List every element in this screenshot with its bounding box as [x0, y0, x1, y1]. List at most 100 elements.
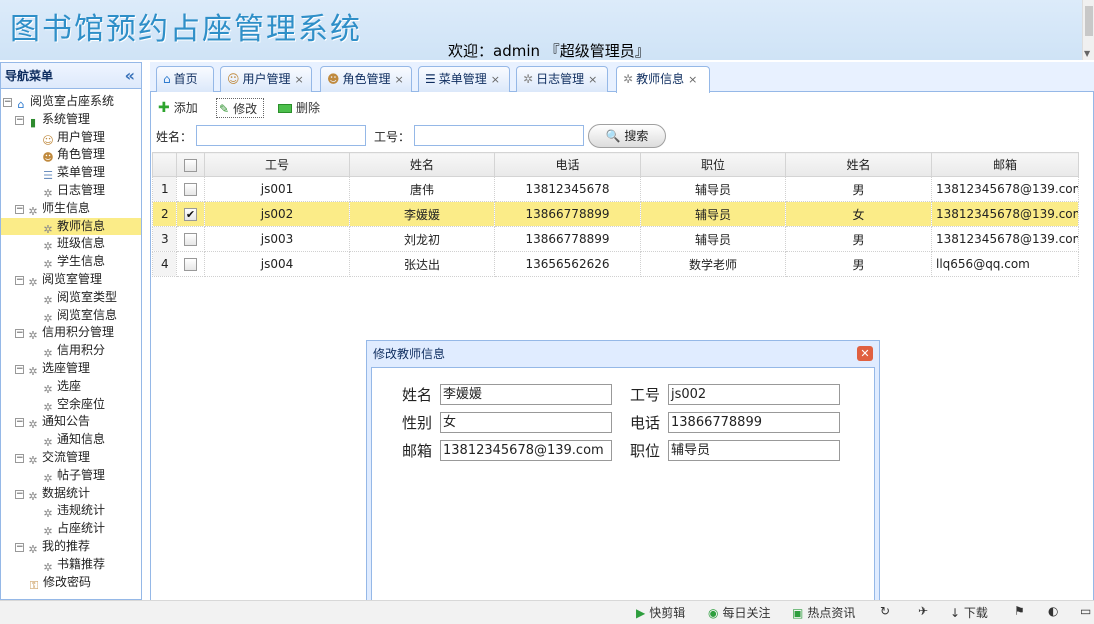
collapse-toggle-icon[interactable]: − [15, 418, 24, 428]
close-tab-icon[interactable]: × [295, 73, 304, 86]
sidebar-item[interactable]: ✲ 帖子管理 [1, 467, 141, 485]
page-scrollbar[interactable]: ▼ [1082, 0, 1094, 60]
sidebar-item[interactable]: ⚿ 修改密码 [1, 574, 141, 592]
scrollbar-thumb[interactable] [1085, 6, 1093, 36]
row-checkbox[interactable] [184, 233, 197, 246]
sidebar-item[interactable]: ✲ 违规统计 [1, 502, 141, 520]
collapse-toggle-icon[interactable]: − [15, 329, 24, 339]
sidebar-item-label: 阅览室信息 [57, 307, 118, 322]
tab[interactable]: ☺ 用户管理 × [220, 66, 312, 92]
sidebar-item[interactable]: ✲ 占座统计 [1, 520, 141, 538]
scroll-down-arrow-icon[interactable]: ▼ [1084, 49, 1090, 58]
collapse-toggle-icon[interactable]: − [15, 275, 24, 285]
row-checkbox[interactable] [184, 183, 197, 196]
table-row[interactable]: 4 js004 张达出 13656562626 数学老师男 llq656@qq.com [152, 251, 1079, 277]
tab[interactable]: ☻ 角色管理 × [320, 66, 412, 92]
sidebar-item[interactable]: ✲ 书籍推荐 [1, 556, 141, 574]
tab[interactable]: ☰ 菜单管理 × [418, 66, 510, 92]
sidebar-item[interactable]: ✲ 通知信息 [1, 431, 141, 449]
quick-edit-item[interactable]: ▶ 快剪辑 [636, 604, 685, 621]
sidebar-item[interactable]: − ✲ 选座管理 [1, 360, 141, 378]
name-field[interactable]: 李媛媛 [440, 384, 612, 405]
flag-icon[interactable]: ⚑ [1014, 604, 1025, 618]
sidebar-item[interactable]: − ✲ 师生信息 [1, 200, 141, 218]
sidebar-item[interactable]: − ▮ 系统管理 [1, 111, 141, 129]
sidebar-item[interactable]: − ✲ 交流管理 [1, 449, 141, 467]
close-tab-icon[interactable]: × [688, 73, 697, 86]
nav-tree: − ⌂ 阅览室占座系统 − ▮ 系统管理 ☺ 用户管理 ☻ 角色管理 ☰ 菜单管理 ✲ 日志管理 − ✲ 师生信… [1, 89, 141, 592]
sidebar-item[interactable]: ☺ 用户管理 [1, 129, 141, 147]
column-header[interactable]: 姓名 [785, 152, 932, 177]
select-all-checkbox[interactable] [176, 152, 205, 177]
sidebar-item[interactable]: ✲ 班级信息 [1, 235, 141, 253]
id-field[interactable]: js002 [668, 384, 840, 405]
table-row[interactable]: 2 ✔ js002 李媛媛 13866778899 辅导员女 13812345678@139… [152, 201, 1079, 227]
column-header[interactable]: 邮箱 [931, 152, 1079, 177]
column-header[interactable]: 电话 [494, 152, 641, 177]
sidebar-item[interactable]: ✲ 日志管理 [1, 182, 141, 200]
sidebar-item[interactable]: − ✲ 阅览室管理 [1, 271, 141, 289]
position-field[interactable]: 辅导员 [668, 440, 840, 461]
collapse-toggle-icon[interactable]: − [15, 115, 24, 125]
sidebar-item[interactable]: ✲ 选座 [1, 378, 141, 396]
collapse-sidebar-icon[interactable]: « [125, 63, 135, 89]
row-checkbox-cell[interactable] [176, 251, 205, 277]
pin-icon[interactable]: ✈ [918, 604, 928, 618]
sidebar-item[interactable]: ✲ 阅览室类型 [1, 289, 141, 307]
sidebar-item[interactable]: − ✲ 数据统计 [1, 485, 141, 503]
sidebar-item[interactable]: ✲ 学生信息 [1, 253, 141, 271]
name-search-input[interactable] [196, 125, 366, 146]
add-button[interactable]: ✚ 添加 [156, 98, 208, 118]
collapse-toggle-icon[interactable]: − [15, 453, 24, 463]
pencil-icon: ✎ [219, 102, 230, 116]
sidebar-item[interactable]: ☰ 菜单管理 [1, 164, 141, 182]
delete-button[interactable]: 删除 [276, 98, 326, 118]
table-row[interactable]: 1 js001 唐伟 13812345678 辅导员男 13812345678@139.c… [152, 176, 1079, 202]
collapse-toggle-icon[interactable]: − [15, 204, 24, 214]
close-icon[interactable]: ✕ [857, 346, 873, 361]
sidebar-item[interactable]: − ✲ 我的推荐 [1, 538, 141, 556]
column-header[interactable]: 工号 [204, 152, 350, 177]
gender-field[interactable]: 女 [440, 412, 612, 433]
sidebar-item-label: 阅览室占座系统 [30, 94, 115, 108]
sidebar-item[interactable]: − ✲ 信用积分管理 [1, 324, 141, 342]
collapse-toggle-icon[interactable]: − [15, 489, 24, 499]
row-checkbox[interactable] [184, 258, 197, 271]
sidebar-item[interactable]: ✲ 信用积分 [1, 342, 141, 360]
sidebar-item[interactable]: ☻ 角色管理 [1, 146, 141, 164]
column-header[interactable]: 职位 [640, 152, 786, 177]
daily-focus-item[interactable]: ◉ 每日关注 [708, 604, 771, 621]
tab[interactable]: ✲ 日志管理 × [516, 66, 608, 92]
window-icon[interactable]: ▭ [1080, 604, 1091, 618]
id-search-input[interactable] [414, 125, 584, 146]
sidebar-item-label: 阅览室类型 [57, 289, 118, 304]
close-tab-icon[interactable]: × [588, 73, 597, 86]
download-item[interactable]: ↓ 下载 [950, 604, 988, 621]
collapse-toggle-icon[interactable]: − [3, 98, 12, 107]
table-row[interactable]: 3 js003 刘龙初 13866778899 辅导员男 13812345678@139.… [152, 226, 1079, 252]
phone-field[interactable]: 13866778899 [668, 412, 840, 433]
edit-button[interactable]: ✎ 修改 [216, 98, 264, 118]
collapse-toggle-icon[interactable]: − [15, 364, 24, 374]
tab[interactable]: ✲ 教师信息 × [616, 66, 710, 93]
row-checkbox-cell[interactable] [176, 176, 205, 202]
close-tab-icon[interactable]: × [491, 73, 500, 86]
close-tab-icon[interactable]: × [395, 73, 404, 86]
email-field[interactable]: 13812345678@139.com [440, 440, 612, 461]
tab[interactable]: ⌂ 首页 [156, 66, 214, 92]
sidebar-item[interactable]: ✲ 空余座位 [1, 396, 141, 414]
tab-label: 角色管理 [342, 72, 391, 86]
search-button[interactable]: 🔍 搜索 [588, 124, 666, 148]
refresh-icon[interactable]: ↻ [880, 604, 890, 618]
row-checkbox[interactable]: ✔ [184, 208, 197, 221]
collapse-toggle-icon[interactable]: − [15, 542, 24, 552]
sidebar-item[interactable]: ✲ 教师信息 [1, 217, 141, 236]
sidebar-item[interactable]: − ⌂ 阅览室占座系统 [1, 93, 141, 111]
sidebar-item[interactable]: − ✲ 通知公告 [1, 413, 141, 431]
column-header[interactable]: 姓名 [349, 152, 495, 177]
row-checkbox-cell[interactable]: ✔ [176, 201, 205, 227]
sidebar-item[interactable]: ✲ 阅览室信息 [1, 307, 141, 325]
hot-news-item[interactable]: ▣ 热点资讯 [792, 604, 855, 621]
browser-icon[interactable]: ◐ [1048, 604, 1058, 618]
row-checkbox-cell[interactable] [176, 226, 205, 252]
